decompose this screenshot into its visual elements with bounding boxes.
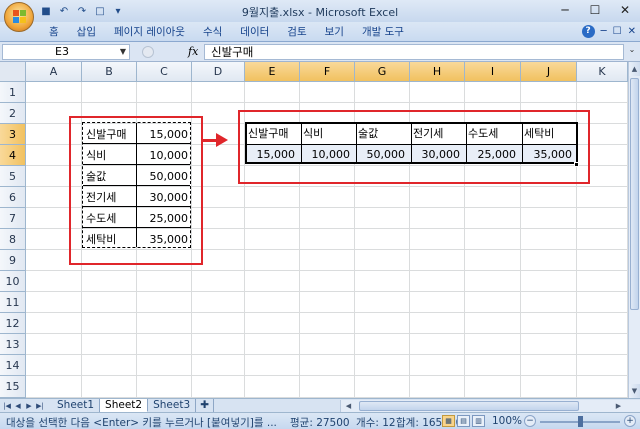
first-sheet-icon[interactable]: |◀ — [2, 400, 12, 412]
column-header[interactable]: F — [300, 62, 355, 82]
vertical-scrollbar[interactable]: ▲ ▼ — [628, 62, 640, 398]
status-average: 평균: 27500 — [290, 417, 350, 429]
ribbon-tab[interactable]: 수식 — [194, 25, 231, 39]
scroll-up-icon[interactable]: ▲ — [629, 62, 640, 76]
ribbon-tab[interactable]: 검토 — [278, 25, 315, 39]
scroll-right-icon[interactable]: ▶ — [613, 400, 624, 412]
zoom-slider-thumb[interactable] — [578, 416, 583, 427]
gridline — [26, 375, 628, 376]
column-header[interactable]: B — [82, 62, 137, 82]
ribbon-minimize-icon[interactable]: ─ — [601, 26, 607, 37]
column-header[interactable]: E — [245, 62, 300, 82]
ribbon-tab[interactable]: 보기 — [316, 25, 353, 39]
sheet-tab[interactable]: Sheet2 — [100, 399, 149, 412]
zoom-level[interactable]: 100% — [492, 415, 522, 427]
horizontal-scrollbar[interactable]: ◀ ▶ — [340, 400, 640, 412]
ribbon: 홈 삽입 페이지 레이아웃 수식 데이터 검토 보기 개발 도구 ? ─ ☐ ✕ — [0, 22, 640, 42]
column-header[interactable]: C — [137, 62, 192, 82]
ribbon-tab[interactable]: 페이지 레이아웃 — [105, 25, 194, 39]
scroll-down-icon[interactable]: ▼ — [629, 384, 640, 398]
expand-formula-bar-icon[interactable]: ⌄ — [626, 45, 638, 59]
title-bar: ■ ↶ ↷ □ ▾ 9월지출.xlsx - Microsoft Excel ─ … — [0, 0, 640, 32]
select-all-corner[interactable] — [0, 62, 26, 82]
arrow-shaft — [201, 139, 217, 142]
ribbon-tab[interactable]: 홈 — [40, 25, 68, 39]
column-header[interactable]: I — [465, 62, 521, 82]
ribbon-restore-icon[interactable]: ☐ — [613, 26, 622, 37]
row-header[interactable]: 4 — [0, 145, 26, 166]
office-logo-icon — [13, 10, 26, 24]
scroll-left-icon[interactable]: ◀ — [343, 400, 354, 412]
gridline — [26, 354, 628, 355]
gridline — [26, 270, 628, 271]
sheet-tab[interactable]: Sheet1 — [52, 399, 101, 412]
row-header[interactable]: 9 — [0, 250, 26, 271]
ribbon-tab[interactable]: 삽입 — [68, 25, 105, 39]
row-header[interactable]: 3 — [0, 124, 26, 145]
highlight-box-source — [69, 116, 203, 265]
row-header[interactable]: 1 — [0, 82, 26, 103]
row-header[interactable]: 6 — [0, 187, 26, 208]
horizontal-scroll-thumb[interactable] — [359, 401, 579, 411]
gridline — [26, 102, 628, 103]
row-header[interactable]: 7 — [0, 208, 26, 229]
next-sheet-icon[interactable]: ▶ — [24, 400, 34, 412]
formula-cancel-icon[interactable] — [142, 46, 154, 58]
ribbon-tab[interactable]: 데이터 — [231, 25, 278, 39]
gridline — [26, 291, 628, 292]
row-header[interactable]: 10 — [0, 271, 26, 292]
row-header[interactable]: 12 — [0, 313, 26, 334]
column-header[interactable]: H — [410, 62, 465, 82]
maximize-button[interactable]: ☐ — [580, 0, 610, 20]
insert-function-icon[interactable]: fx — [188, 45, 198, 58]
column-header[interactable]: D — [192, 62, 245, 82]
arrow-right-icon — [216, 133, 228, 147]
row-header[interactable]: 2 — [0, 103, 26, 124]
zoom-out-icon[interactable]: − — [524, 415, 536, 427]
row-header[interactable]: 13 — [0, 334, 26, 355]
ribbon-tab[interactable]: 개발 도구 — [353, 25, 413, 39]
name-box-value: E3 — [55, 45, 69, 58]
chevron-down-icon[interactable]: ▼ — [120, 45, 126, 59]
formula-input[interactable]: 신발구매 — [204, 44, 624, 60]
gridline — [26, 312, 628, 313]
zoom-in-icon[interactable]: + — [624, 415, 636, 427]
page-break-view-icon[interactable]: ▥ — [472, 415, 485, 427]
row-header[interactable]: 15 — [0, 376, 26, 398]
sheet-tab-bar: |◀ ◀ ▶ ▶| Sheet1 Sheet2 Sheet3 ✚ ◀ ▶ — [0, 398, 640, 412]
help-icon[interactable]: ? — [581, 25, 595, 38]
formula-bar: E3 ▼ fx 신발구매 ⌄ — [0, 42, 640, 62]
sheet-tab[interactable]: Sheet3 — [148, 399, 197, 412]
window-title: 9월지출.xlsx - Microsoft Excel — [241, 6, 399, 19]
column-header[interactable]: K — [577, 62, 628, 82]
ribbon-close-icon[interactable]: ✕ — [628, 26, 636, 37]
highlight-box-destination — [238, 110, 590, 184]
page-layout-view-icon[interactable]: ▤ — [457, 415, 470, 427]
column-header[interactable]: A — [26, 62, 82, 82]
row-header[interactable]: 14 — [0, 355, 26, 376]
row-header[interactable]: 11 — [0, 292, 26, 313]
vertical-scroll-thumb[interactable] — [630, 78, 639, 310]
status-bar: 대상을 선택한 다음 <Enter> 키를 누르거나 [붙여넣기]를 ... 평… — [0, 412, 640, 429]
prev-sheet-icon[interactable]: ◀ — [13, 400, 23, 412]
minimize-button[interactable]: ─ — [550, 0, 580, 20]
office-button[interactable] — [4, 2, 34, 32]
column-header[interactable]: J — [521, 62, 577, 82]
normal-view-icon[interactable]: ▦ — [442, 415, 455, 427]
last-sheet-icon[interactable]: ▶| — [35, 400, 45, 412]
column-header[interactable]: G — [355, 62, 410, 82]
status-count: 개수: 12 — [356, 417, 396, 429]
worksheet-grid[interactable]: A B C D E F G H I J K 1 2 3 4 5 6 7 8 9 10 11 12 13 14 15 신발구매 15,0… — [0, 62, 628, 398]
row-header[interactable]: 5 — [0, 166, 26, 187]
row-header[interactable]: 8 — [0, 229, 26, 250]
gridline — [26, 333, 628, 334]
insert-sheet-icon[interactable]: ✚ — [196, 399, 215, 412]
close-button[interactable]: ✕ — [610, 0, 640, 20]
name-box[interactable]: E3 ▼ — [2, 44, 130, 60]
status-message: 대상을 선택한 다음 <Enter> 키를 누르거나 [붙여넣기]를 ... — [6, 417, 277, 429]
